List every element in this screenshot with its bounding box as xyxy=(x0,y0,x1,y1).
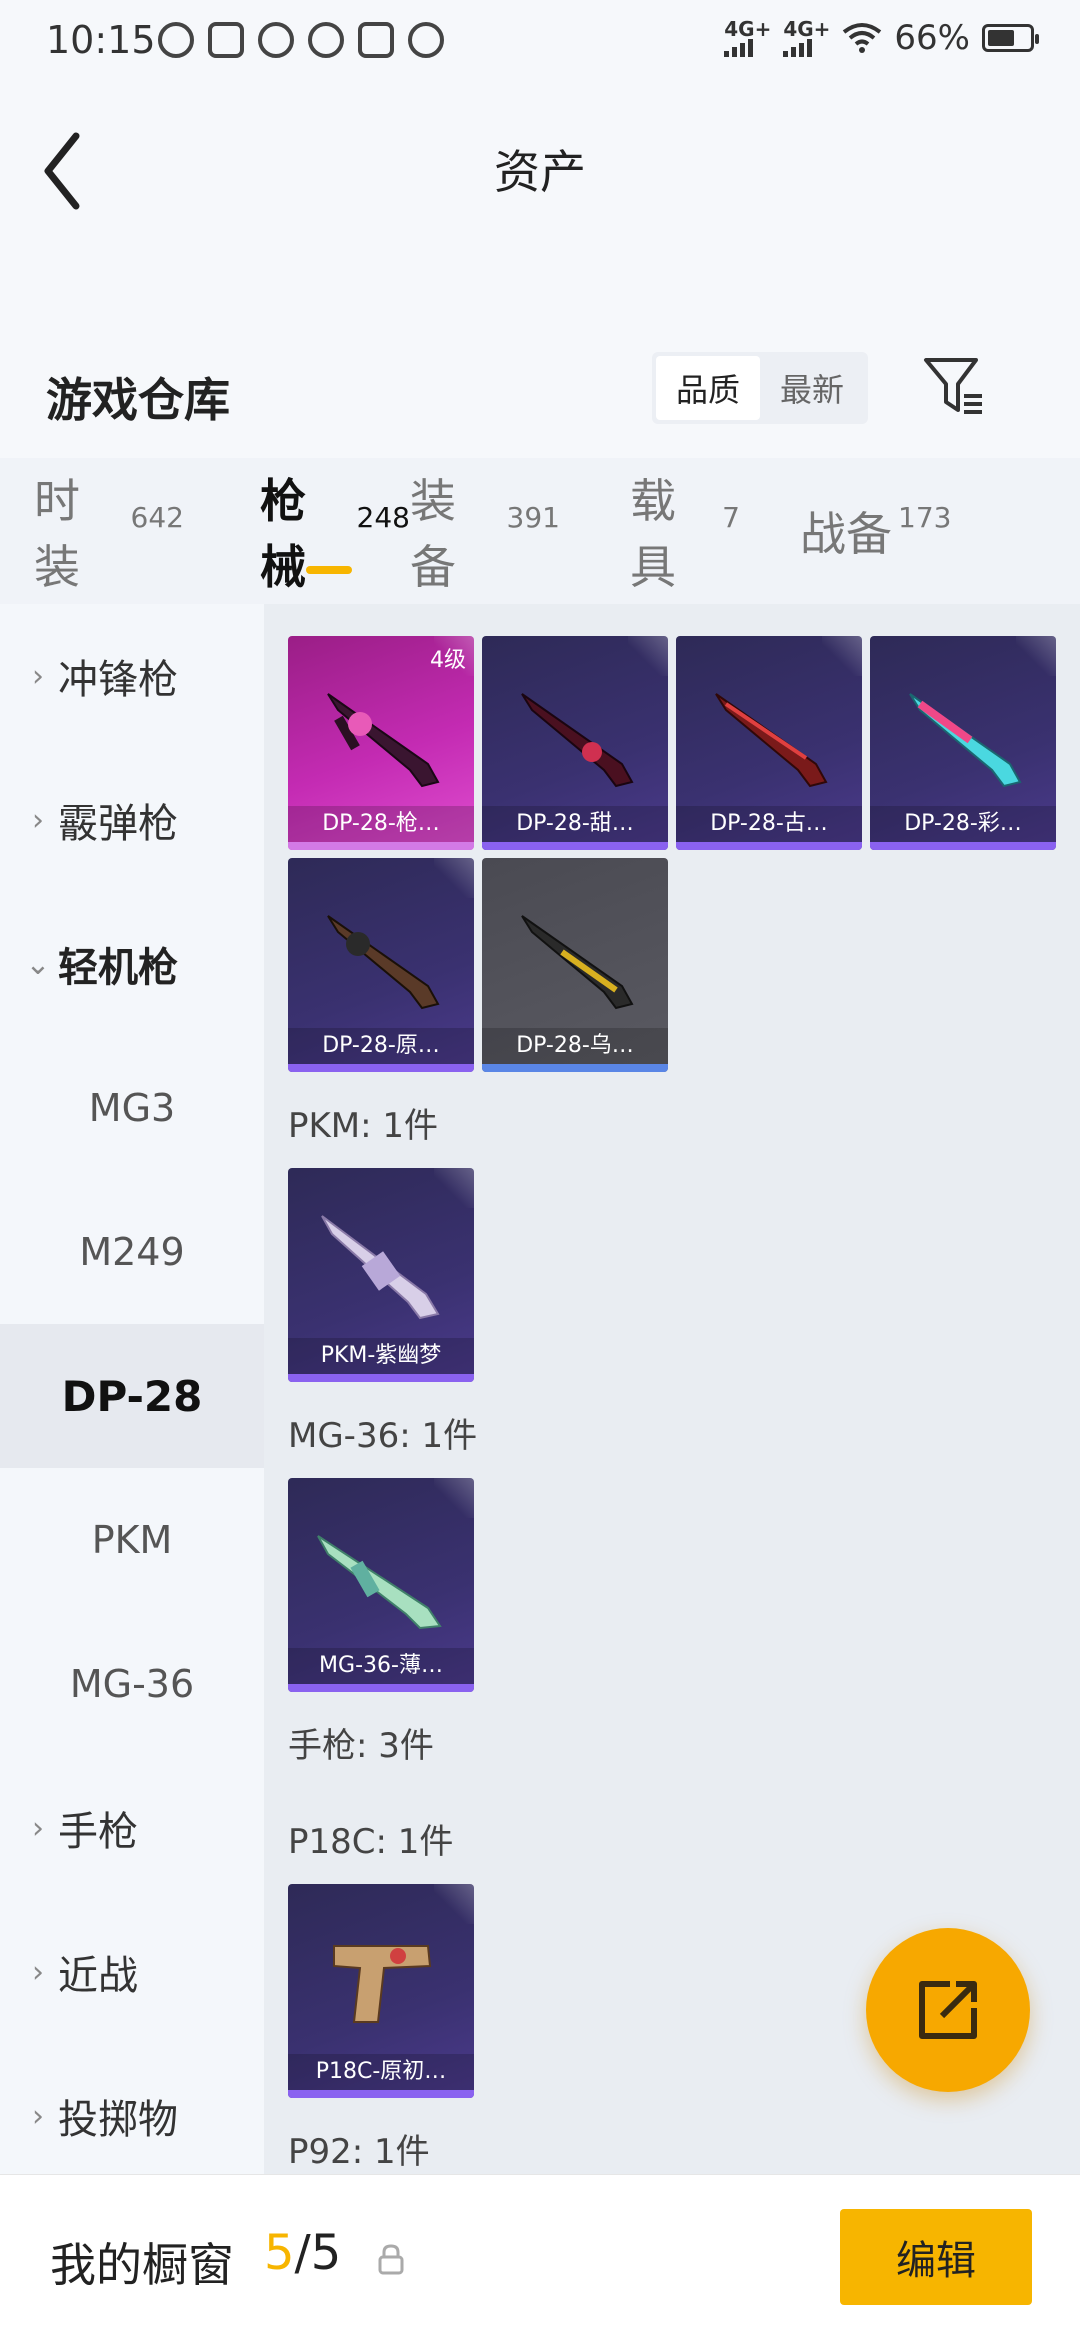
tab-vehicles[interactable]: 载具 7 xyxy=(630,458,740,604)
sort-option-newest[interactable]: 最新 xyxy=(760,356,864,420)
item-card[interactable]: DP-28-古… xyxy=(676,636,862,850)
item-name: DP-28-枪… xyxy=(288,806,474,842)
side-item-shotgun[interactable]: › 霰弹枪 xyxy=(0,748,264,892)
chevron-right-icon: › xyxy=(32,1810,44,1846)
tab-battle-gear[interactable]: 战备 173 xyxy=(800,458,960,604)
item-name: PKM-紫幽梦 xyxy=(288,1338,474,1374)
chevron-right-icon: › xyxy=(32,658,44,694)
battery-percent: 66% xyxy=(894,18,970,58)
chevron-down-icon: ⌄ xyxy=(25,946,51,982)
section-label: PKM: 1件 xyxy=(288,1106,439,1146)
tab-count: 173 xyxy=(898,500,952,534)
item-card[interactable]: DP-28-原… xyxy=(288,858,474,1072)
wechat-icon xyxy=(158,22,194,58)
section-label: P18C: 1件 xyxy=(288,1822,454,1862)
item-card[interactable]: PKM-紫幽梦 xyxy=(288,1168,474,1382)
gun-image-icon xyxy=(909,693,1022,788)
item-card[interactable]: 4级 DP-28-枪… xyxy=(288,636,474,850)
tab-label: 载具 xyxy=(630,474,676,594)
tab-guns[interactable]: 枪械 248 xyxy=(260,458,410,604)
item-name: P18C-原初… xyxy=(288,2054,474,2090)
tab-label: 战备 xyxy=(800,507,892,561)
tab-label: 装备 xyxy=(410,474,456,594)
notification-icons xyxy=(158,22,444,58)
tab-equipment[interactable]: 装备 391 xyxy=(410,458,560,604)
signal-icon: 4G+ xyxy=(724,19,771,57)
chevron-right-icon: › xyxy=(32,802,44,838)
gun-image-icon xyxy=(521,693,634,788)
share-fab[interactable] xyxy=(866,1928,1030,2092)
shield-icon xyxy=(408,22,444,58)
side-item-dp28[interactable]: DP-28 xyxy=(0,1324,264,1468)
share-icon xyxy=(919,1981,977,2039)
section-label: MG-36: 1件 xyxy=(288,1416,478,1456)
showcase-count: 5/5 xyxy=(264,2225,342,2281)
tab-count: 248 xyxy=(356,500,410,534)
item-name: DP-28-乌… xyxy=(482,1028,668,1064)
item-name: DP-28-甜… xyxy=(482,806,668,842)
category-tabs: 时装 642 枪械 248 装备 391 载具 7 战备 173 xyxy=(0,458,1080,604)
gun-image-icon xyxy=(321,1215,440,1320)
side-item-pkm[interactable]: PKM xyxy=(0,1468,264,1612)
tab-label: 枪械 xyxy=(260,474,306,594)
side-item-melee[interactable]: › 近战 xyxy=(0,1900,264,2044)
video-icon xyxy=(358,22,394,58)
gun-image-icon xyxy=(715,693,828,788)
filter-icon[interactable] xyxy=(922,354,986,418)
tab-count: 391 xyxy=(506,500,560,534)
item-card[interactable]: DP-28-甜… xyxy=(482,636,668,850)
section-label: 手枪: 3件 xyxy=(288,1726,434,1766)
status-right: 4G+ 4G+ 66% xyxy=(724,18,1039,58)
edit-button[interactable]: 编辑 xyxy=(840,2209,1032,2305)
tab-label: 时装 xyxy=(34,474,80,594)
browser-icon xyxy=(308,22,344,58)
side-item-mg3[interactable]: MG3 xyxy=(0,1036,264,1180)
item-card[interactable]: P18C-原初… xyxy=(288,1884,474,2098)
tab-count: 7 xyxy=(722,500,740,534)
sort-toggle: 品质 最新 xyxy=(652,352,868,424)
page-title: 资产 xyxy=(494,145,586,199)
chevron-right-icon: › xyxy=(32,2098,44,2134)
item-card[interactable]: DP-28-乌… xyxy=(482,858,668,1072)
showcase-bar: 我的橱窗 5/5 编辑 xyxy=(0,2174,1080,2340)
gun-image-icon xyxy=(521,915,634,1010)
tab-fashion[interactable]: 时装 642 xyxy=(34,458,184,604)
side-nav: › 冲锋枪 › 霰弹枪 ⌄ 轻机枪 MG3 M249 DP-28 PKM MG-… xyxy=(0,604,264,2174)
status-time: 10:15 xyxy=(46,18,156,62)
status-bar: 10:15 4G+ 4G+ 66% xyxy=(0,0,1080,84)
side-item-smg[interactable]: › 冲锋枪 xyxy=(0,604,264,748)
app-icon xyxy=(208,22,244,58)
side-item-mg36[interactable]: MG-36 xyxy=(0,1612,264,1756)
item-card[interactable]: MG-36-薄… xyxy=(288,1478,474,1692)
header: 资产 xyxy=(0,84,1080,334)
warehouse-title: 游戏仓库 xyxy=(46,373,230,427)
side-item-lmg[interactable]: ⌄ 轻机枪 xyxy=(0,892,264,1036)
warehouse-row: 游戏仓库 品质 最新 xyxy=(0,334,1080,458)
side-item-pistol[interactable]: › 手枪 xyxy=(0,1756,264,1900)
item-name: MG-36-薄… xyxy=(288,1648,474,1684)
section-label: P92: 1件 xyxy=(288,2132,430,2172)
chevron-right-icon: › xyxy=(32,1954,44,1990)
item-card[interactable]: DP-28-彩… xyxy=(870,636,1056,850)
game-icon xyxy=(258,22,294,58)
item-name: DP-28-原… xyxy=(288,1028,474,1064)
battery-icon xyxy=(982,24,1039,52)
item-name: DP-28-古… xyxy=(676,806,862,842)
gun-image-icon xyxy=(327,693,440,788)
side-item-m249[interactable]: M249 xyxy=(0,1180,264,1324)
gun-image-icon xyxy=(327,915,440,1010)
side-item-throwable[interactable]: › 投掷物 xyxy=(0,2044,264,2188)
signal-icon: 4G+ xyxy=(783,19,830,57)
showcase-title: 我的橱窗 xyxy=(50,2238,234,2292)
item-name: DP-28-彩… xyxy=(870,806,1056,842)
gun-image-icon xyxy=(317,1535,442,1630)
lock-icon xyxy=(378,2244,404,2275)
pistol-image-icon xyxy=(333,1945,432,2023)
sort-option-quality[interactable]: 品质 xyxy=(656,356,760,420)
wifi-icon xyxy=(843,23,882,53)
tab-active-indicator xyxy=(306,566,352,574)
tab-count: 642 xyxy=(130,500,184,534)
